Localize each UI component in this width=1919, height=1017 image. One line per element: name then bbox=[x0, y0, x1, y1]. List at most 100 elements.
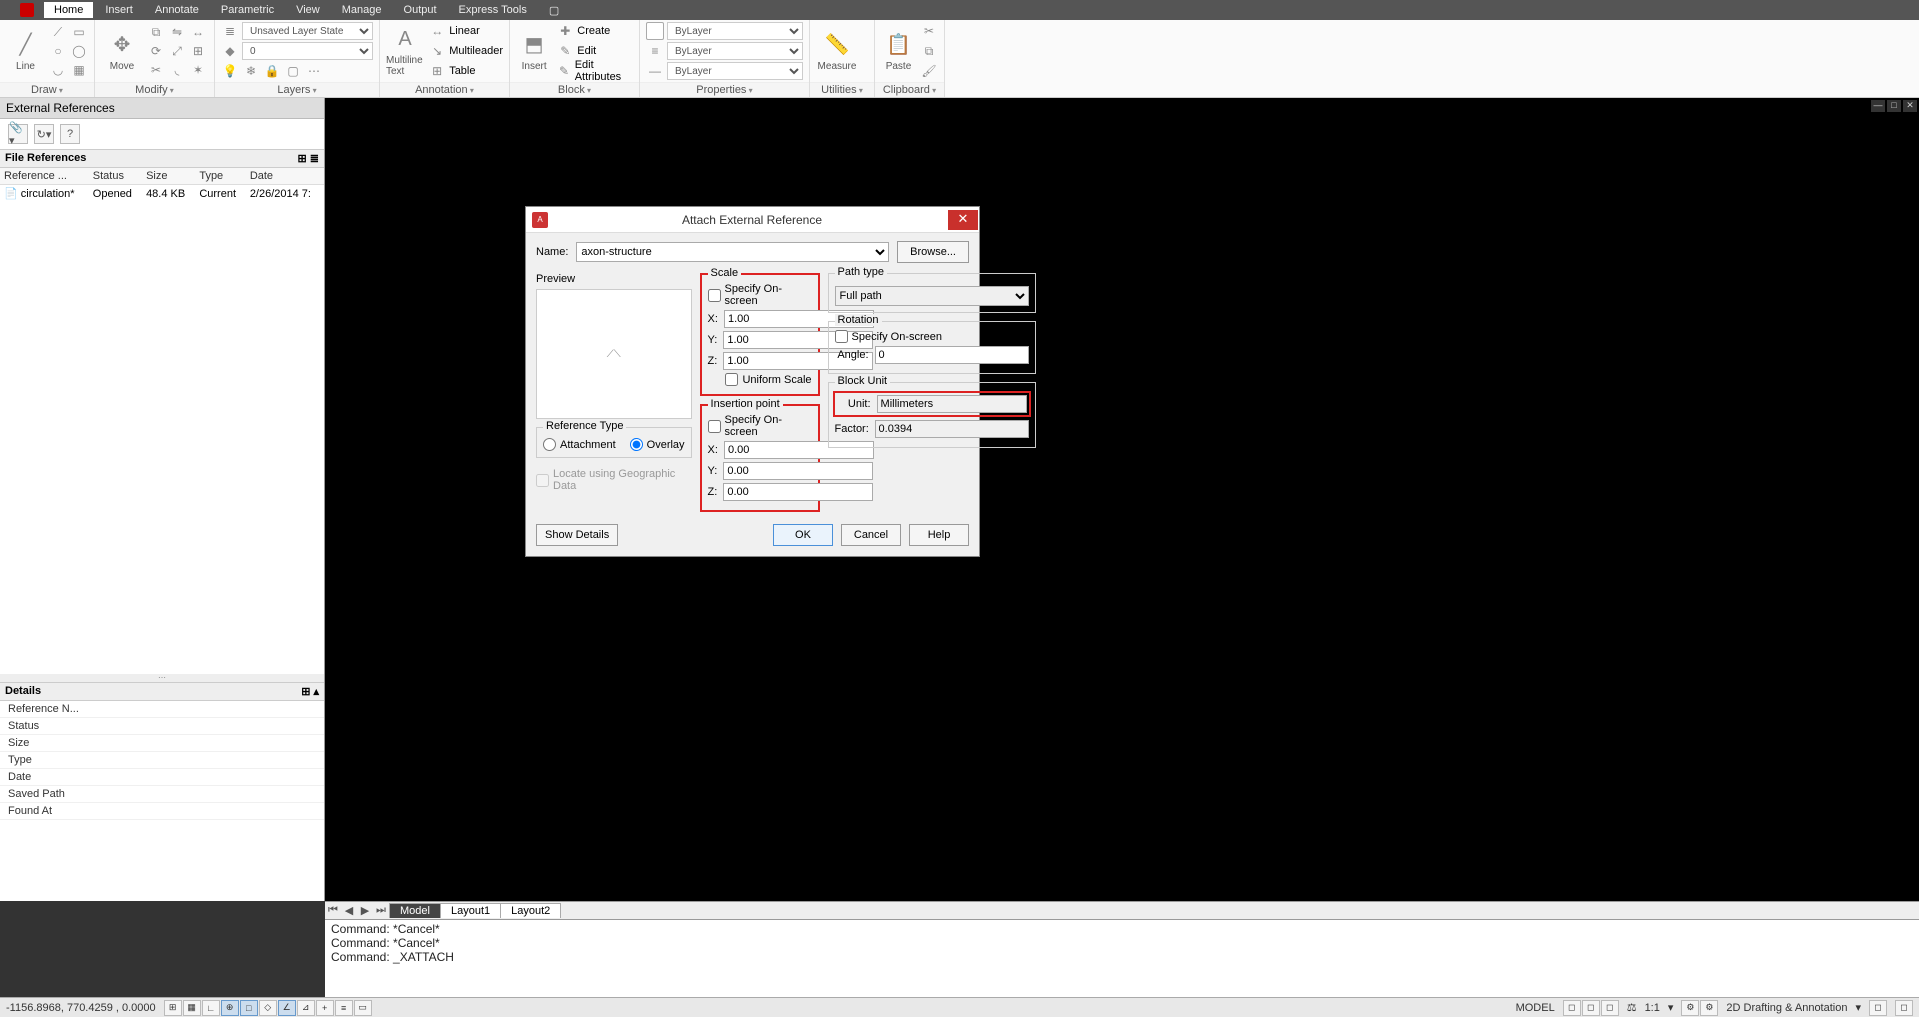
tab-layout1[interactable]: Layout1 bbox=[440, 903, 501, 918]
col-reference[interactable]: Reference ... bbox=[0, 168, 89, 185]
layer-color-icon[interactable]: ▢ bbox=[284, 62, 302, 80]
linear-dim-button[interactable]: ↔Linear bbox=[428, 22, 503, 40]
status-btn-3[interactable]: ◻ bbox=[1601, 1000, 1619, 1016]
layer-current-select[interactable]: 0 bbox=[242, 42, 373, 60]
circle-icon[interactable]: ○ bbox=[49, 42, 67, 60]
measure-button[interactable]: 📏Measure bbox=[816, 24, 858, 78]
move-button[interactable]: ✥Move bbox=[101, 24, 143, 78]
layer-lock-icon[interactable]: 🔒 bbox=[263, 62, 281, 80]
status-btn-5[interactable]: ⚙ bbox=[1700, 1000, 1718, 1016]
app-icon[interactable] bbox=[20, 3, 34, 17]
explode-icon[interactable]: ✶ bbox=[189, 61, 207, 79]
color-swatch-icon[interactable] bbox=[646, 22, 664, 40]
menu-tab-express[interactable]: Express Tools bbox=[449, 2, 537, 18]
polar-button[interactable]: ⊕ bbox=[221, 1000, 239, 1016]
copy-clip-icon[interactable]: ⧉ bbox=[920, 42, 938, 60]
layers-panel-title[interactable]: Layers bbox=[215, 82, 379, 97]
tab-prev-button[interactable]: ◀ bbox=[341, 904, 357, 917]
linetype-icon[interactable]: — bbox=[646, 62, 664, 80]
properties-panel-title[interactable]: Properties bbox=[640, 82, 809, 97]
scale-icon[interactable]: ⤢ bbox=[168, 42, 186, 60]
tab-model[interactable]: Model bbox=[389, 903, 441, 918]
canvas-maximize-button[interactable]: □ bbox=[1887, 100, 1901, 112]
status-btn-1[interactable]: ◻ bbox=[1563, 1000, 1581, 1016]
block-edit-button[interactable]: ✎Edit bbox=[556, 42, 633, 60]
copy-icon[interactable]: ⧉ bbox=[147, 23, 165, 41]
menu-tab-home[interactable]: Home bbox=[44, 2, 93, 18]
insert-button[interactable]: ⬒Insert bbox=[516, 24, 552, 78]
ducs-button[interactable]: ⊿ bbox=[297, 1000, 315, 1016]
canvas-minimize-button[interactable]: — bbox=[1871, 100, 1885, 112]
cut-icon[interactable]: ✂ bbox=[920, 22, 938, 40]
osnap-button[interactable]: □ bbox=[240, 1000, 258, 1016]
block-create-button[interactable]: ✚Create bbox=[556, 22, 633, 40]
uniform-scale-checkbox[interactable]: Uniform Scale bbox=[708, 373, 812, 386]
layerprop-icon[interactable]: ≣ bbox=[221, 22, 239, 40]
ortho-button[interactable]: ∟ bbox=[202, 1000, 220, 1016]
col-size[interactable]: Size bbox=[142, 168, 195, 185]
utilities-panel-title[interactable]: Utilities bbox=[810, 82, 874, 97]
overlay-radio[interactable]: Overlay bbox=[630, 438, 685, 451]
xref-help-button[interactable]: ? bbox=[60, 124, 80, 144]
menu-tab-parametric[interactable]: Parametric bbox=[211, 2, 284, 18]
ellipse-icon[interactable]: ◯ bbox=[70, 42, 88, 60]
mirror-icon[interactable]: ⇋ bbox=[168, 23, 186, 41]
rect-icon[interactable]: ▭ bbox=[70, 23, 88, 41]
xref-hscroll[interactable] bbox=[0, 658, 324, 674]
dialog-close-button[interactable]: ✕ bbox=[948, 210, 978, 230]
table-row[interactable]: 📄 circulation* Opened 48.4 KB Current 2/… bbox=[0, 185, 324, 203]
insertion-z-input[interactable] bbox=[723, 483, 873, 501]
layout-hscroll[interactable] bbox=[845, 903, 1919, 919]
mleader-button[interactable]: ↘Multileader bbox=[428, 42, 503, 60]
polyline-icon[interactable]: ⟋ bbox=[49, 23, 67, 41]
hatch-icon[interactable]: ▦ bbox=[70, 61, 88, 79]
match-icon[interactable]: 🖌 bbox=[920, 62, 938, 80]
block-panel-title[interactable]: Block bbox=[510, 82, 639, 97]
rotate-icon[interactable]: ⟳ bbox=[147, 42, 165, 60]
fillet-icon[interactable]: ◟ bbox=[168, 61, 186, 79]
command-line[interactable]: Command: *Cancel* Command: *Cancel* Comm… bbox=[325, 919, 1919, 999]
array-icon[interactable]: ⊞ bbox=[189, 42, 207, 60]
table-button[interactable]: ⊞Table bbox=[428, 62, 503, 80]
col-status[interactable]: Status bbox=[89, 168, 142, 185]
tab-layout2[interactable]: Layout2 bbox=[500, 903, 561, 918]
menu-tab-annotate[interactable]: Annotate bbox=[145, 2, 209, 18]
menu-tab-insert[interactable]: Insert bbox=[95, 2, 143, 18]
lwt-button[interactable]: ≡ bbox=[335, 1000, 353, 1016]
tab-next-button[interactable]: ▶ bbox=[357, 904, 373, 917]
details-view-toggle[interactable]: ⊞ ▴ bbox=[301, 685, 319, 698]
ok-button[interactable]: OK bbox=[773, 524, 833, 546]
status-btn-4[interactable]: ⚙ bbox=[1681, 1000, 1699, 1016]
lineweight-icon[interactable]: ≡ bbox=[646, 42, 664, 60]
workspace-label[interactable]: 2D Drafting & Annotation bbox=[1726, 1002, 1847, 1014]
name-select[interactable]: axon-structure bbox=[576, 242, 889, 262]
line-button[interactable]: ╱Line bbox=[6, 24, 45, 78]
linetype-select[interactable]: ByLayer bbox=[667, 62, 803, 80]
layer-off-icon[interactable]: 💡 bbox=[221, 62, 239, 80]
paste-button[interactable]: 📋Paste bbox=[881, 24, 916, 78]
menu-tab-output[interactable]: Output bbox=[394, 2, 447, 18]
snap-button[interactable]: ⊞ bbox=[164, 1000, 182, 1016]
status-btn-7[interactable]: ◻ bbox=[1895, 1000, 1913, 1016]
tpy-button[interactable]: ▭ bbox=[354, 1000, 372, 1016]
grid-button[interactable]: ▦ bbox=[183, 1000, 201, 1016]
anno-scale-icon[interactable]: ⚖ bbox=[1627, 1001, 1637, 1014]
color-select[interactable]: ByLayer bbox=[667, 22, 803, 40]
insertion-y-input[interactable] bbox=[723, 462, 873, 480]
dyn-button[interactable]: + bbox=[316, 1000, 334, 1016]
help-button[interactable]: Help bbox=[909, 524, 969, 546]
layer-more-icon[interactable]: ⋯ bbox=[305, 62, 323, 80]
browse-button[interactable]: Browse... bbox=[897, 241, 969, 263]
stretch-icon[interactable]: ↔ bbox=[189, 23, 207, 41]
tab-last-button[interactable]: ⏭ bbox=[373, 904, 389, 917]
menu-tab-view[interactable]: View bbox=[286, 2, 330, 18]
annotation-panel-title[interactable]: Annotation bbox=[380, 82, 509, 97]
rotation-specify-checkbox[interactable]: Specify On-screen bbox=[835, 330, 1029, 343]
layer-state-select[interactable]: Unsaved Layer State bbox=[242, 22, 373, 40]
lineweight-select[interactable]: ByLayer bbox=[667, 42, 803, 60]
status-btn-6[interactable]: ◻ bbox=[1869, 1000, 1887, 1016]
3dosnap-button[interactable]: ◇ bbox=[259, 1000, 277, 1016]
path-type-select[interactable]: Full path bbox=[835, 286, 1029, 306]
status-btn-2[interactable]: ◻ bbox=[1582, 1000, 1600, 1016]
menu-tab-extra[interactable]: ▢ bbox=[539, 2, 569, 19]
